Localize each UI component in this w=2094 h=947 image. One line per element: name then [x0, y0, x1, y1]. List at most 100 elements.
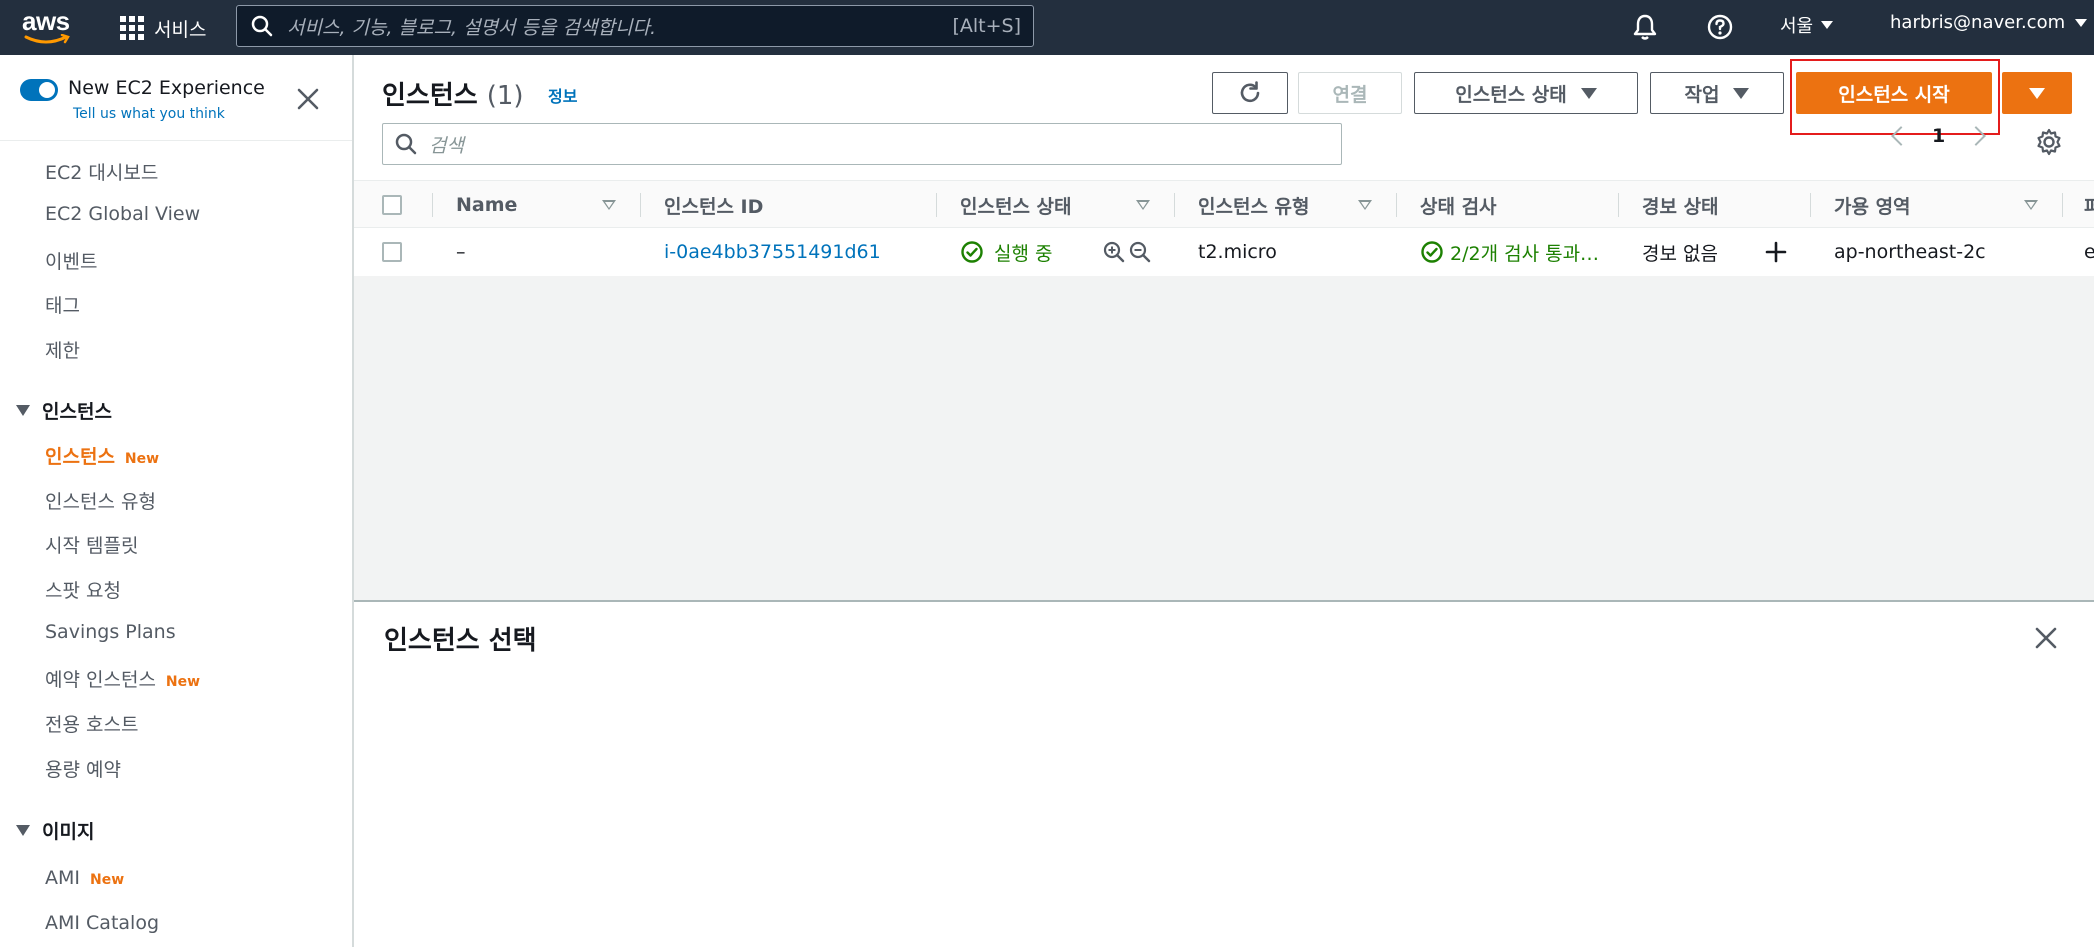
notifications-bell-icon[interactable] [1630, 12, 1660, 42]
caret-down-icon [1580, 87, 1597, 99]
aws-logo-text: aws [22, 6, 70, 36]
info-link[interactable]: 정보 [548, 83, 577, 107]
sidebar-item-ami[interactable]: AMI New [45, 867, 124, 889]
instance-filter-input[interactable]: 검색 [382, 123, 1342, 165]
cell-name[interactable]: – [456, 228, 466, 276]
sidebar-item-instance-types[interactable]: 인스턴스 유형 [45, 487, 156, 514]
cell-status-check[interactable]: 2/2개 검사 통과… [1420, 228, 1616, 276]
zoom-out-icon[interactable] [1128, 240, 1152, 264]
sidebar-navigation: New EC2 Experience Tell us what you thin… [0, 55, 354, 947]
chevron-down-icon [2075, 18, 2088, 27]
sidebar-item-spot-requests[interactable]: 스팟 요청 [45, 576, 121, 603]
column-header-instance-type[interactable]: 인스턴스 유형 [1198, 181, 1310, 229]
filter-placeholder: 검색 [429, 134, 464, 157]
sort-icon[interactable] [602, 200, 616, 210]
column-header-name[interactable]: Name [456, 181, 517, 229]
column-header-availability-zone[interactable]: 가용 영역 [1834, 181, 1911, 229]
refresh-icon [1240, 81, 1260, 103]
connect-button[interactable]: 연결 [1298, 72, 1402, 114]
column-header-status-check[interactable]: 상태 검사 [1420, 181, 1497, 229]
zoom-in-icon[interactable] [1102, 240, 1126, 264]
new-badge: New [90, 872, 125, 888]
pagination: 1 [1891, 125, 1987, 147]
instance-state-button-label: 인스턴스 상태 [1455, 83, 1567, 106]
new-experience-toggle[interactable] [20, 79, 58, 101]
column-header-instance-state[interactable]: 인스턴스 상태 [960, 181, 1072, 229]
search-placeholder: 서비스, 기능, 블로그, 설명서 등을 검색합니다. [287, 16, 656, 39]
account-label: harbris@naver.com [1890, 12, 2066, 33]
state-zoom-controls [1102, 228, 1152, 276]
aws-logo[interactable]: aws [22, 6, 78, 48]
search-icon [251, 15, 273, 37]
sidebar-item-ec2-global-view[interactable]: EC2 Global View [45, 203, 200, 225]
settings-gear-icon[interactable] [2034, 127, 2064, 157]
column-header-truncated[interactable]: 퍼 [2084, 181, 2094, 229]
column-header-instance-id[interactable]: 인스턴스 ID [664, 181, 763, 229]
previous-page-icon[interactable] [1891, 126, 1911, 146]
sidebar-item-dedicated-hosts[interactable]: 전용 호스트 [45, 710, 138, 737]
aws-smile-icon [24, 34, 70, 44]
sidebar-item-limits[interactable]: 제한 [45, 336, 80, 363]
cell-alarm-status: 경보 없음 [1642, 242, 1718, 265]
select-all-checkbox-cell [382, 181, 402, 229]
row-checkbox[interactable] [382, 242, 402, 262]
close-icon[interactable] [296, 87, 320, 111]
close-icon[interactable] [2034, 626, 2058, 650]
sidebar-item-capacity-reservations[interactable]: 용량 예약 [45, 755, 121, 782]
launch-instances-button[interactable]: 인스턴스 시작 [1796, 72, 1992, 114]
sidebar-item-ec2-dashboard[interactable]: EC2 대시보드 [45, 158, 158, 185]
add-alarm-plus-icon[interactable] [1764, 228, 1788, 276]
region-label: 서울 [1780, 16, 1814, 37]
global-search-input[interactable]: 서비스, 기능, 블로그, 설명서 등을 검색합니다. [Alt+S] [236, 5, 1034, 47]
instances-panel: 인스턴스 (1) 정보 연결 인스턴스 상태 작업 인스턴스 시작 검색 1 N… [354, 55, 2094, 276]
sidebar-item-launch-templates[interactable]: 시작 템플릿 [45, 531, 138, 558]
column-header-alarm-status[interactable]: 경보 상태 [1642, 181, 1719, 229]
cell-instance-type: t2.micro [1198, 241, 1277, 263]
sidebar-item-events[interactable]: 이벤트 [45, 247, 97, 274]
cell-instance-id-link[interactable]: i-0ae4bb37551491d61 [664, 228, 881, 276]
sidebar-item-savings-plans[interactable]: Savings Plans [45, 621, 176, 643]
instance-state-text: 실행 중 [994, 242, 1053, 265]
next-page-icon[interactable] [1966, 126, 1987, 146]
sidebar-item-reserved-instances[interactable]: 예약 인스턴스 New [45, 665, 200, 692]
sidebar-item-instances[interactable]: 인스턴스 New [45, 442, 159, 469]
current-page-number[interactable]: 1 [1932, 125, 1945, 147]
sidebar-section-images[interactable]: 이미지 [16, 817, 94, 844]
table-header-row: Name 인스턴스 ID 인스턴스 상태 인스턴스 유형 상태 검사 경보 상태… [354, 180, 2094, 228]
sidebar-item-ami-catalog[interactable]: AMI Catalog [45, 912, 159, 934]
new-experience-banner: New EC2 Experience Tell us what you thin… [0, 55, 352, 141]
connect-button-label: 연결 [1332, 83, 1368, 106]
page-title-text: 인스턴스 [382, 81, 478, 111]
actions-button[interactable]: 작업 [1650, 72, 1784, 114]
sidebar-item-label: AMI [45, 867, 80, 889]
sidebar-item-tags[interactable]: 태그 [45, 291, 80, 318]
apps-grid-icon [120, 16, 144, 40]
launch-options-dropdown-button[interactable] [2002, 72, 2072, 114]
status-check-text: 2/2개 검사 통과… [1450, 242, 1600, 265]
search-shortcut-hint: [Alt+S] [952, 15, 1021, 37]
services-menu-button[interactable]: 서비스 [120, 10, 206, 46]
instance-state-button[interactable]: 인스턴스 상태 [1414, 72, 1638, 114]
refresh-button[interactable] [1212, 72, 1288, 114]
top-navigation-bar: aws 서비스 서비스, 기능, 블로그, 설명서 등을 검색합니다. [Alt… [0, 0, 2094, 55]
launch-instances-button-label: 인스턴스 시작 [1838, 83, 1950, 106]
detail-panel-title: 인스턴스 선택 [384, 626, 537, 656]
services-label: 서비스 [154, 18, 207, 41]
select-all-checkbox[interactable] [382, 195, 402, 215]
cell-instance-state: 실행 중 [960, 228, 1052, 276]
sort-icon[interactable] [2024, 200, 2038, 210]
help-icon[interactable] [1705, 12, 1735, 42]
feedback-link[interactable]: Tell us what you think [73, 106, 225, 122]
sort-icon[interactable] [1358, 200, 1372, 210]
row-checkbox-cell [382, 228, 402, 276]
success-check-icon [1421, 241, 1443, 263]
sidebar-section-instances[interactable]: 인스턴스 [16, 397, 112, 424]
region-selector[interactable]: 서울 [1780, 12, 1834, 38]
new-badge: New [124, 451, 160, 467]
caret-down-icon [2029, 87, 2045, 99]
sort-icon[interactable] [1136, 200, 1150, 210]
table-row[interactable]: – i-0ae4bb37551491d61 실행 중 t2.micro 2/2개… [354, 228, 2094, 276]
instance-count: (1) [486, 81, 524, 111]
caret-down-icon [16, 405, 30, 416]
account-menu[interactable]: harbris@naver.com [1890, 12, 2088, 33]
